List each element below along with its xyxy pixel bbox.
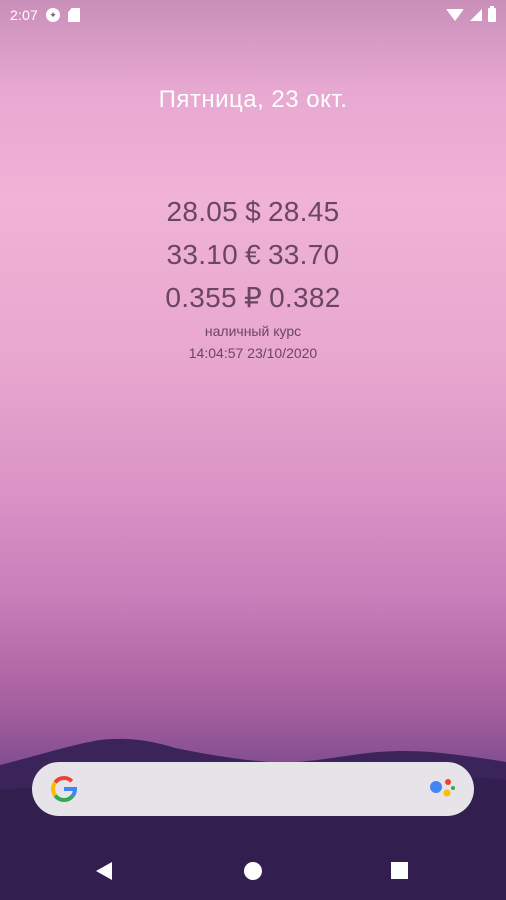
back-icon[interactable] <box>96 862 112 880</box>
rub-sell-rate: 0.382 <box>269 282 341 313</box>
home-icon[interactable] <box>244 862 262 880</box>
rate-updated-timestamp: 14:04:57 23/10/2020 <box>188 345 318 361</box>
google-assistant-icon[interactable] <box>428 776 456 802</box>
sd-card-icon <box>68 8 81 22</box>
eur-buy-rate: 33.10 <box>166 239 239 270</box>
cell-signal-icon <box>470 9 482 21</box>
app-notification-icon: ✦ <box>46 8 61 22</box>
google-search-bar[interactable] <box>32 762 474 816</box>
rub-buy-rate: 0.355 <box>165 282 237 313</box>
rate-type-label: наличный курс <box>204 323 302 339</box>
usd-symbol: $ <box>245 196 261 227</box>
eur-symbol: € <box>245 239 261 270</box>
navigation-bar <box>0 840 506 900</box>
status-time: 2:07 <box>10 7 39 23</box>
currency-rates-widget[interactable]: 28.05 $28.45 33.10 €33.70 0.355 ₽0.382 нали… <box>0 190 506 361</box>
eur-sell-rate: 33.70 <box>267 239 340 270</box>
status-left: 2:07 ✦ <box>10 7 81 23</box>
usd-buy-rate: 28.05 <box>166 196 239 227</box>
recents-icon[interactable] <box>391 862 408 879</box>
status-right <box>446 6 496 22</box>
battery-icon <box>488 6 496 22</box>
wifi-icon <box>446 9 464 21</box>
usd-sell-rate: 28.45 <box>267 196 340 227</box>
rate-row-usd: 28.05 $28.45 <box>0 190 506 233</box>
status-bar: 2:07 ✦ <box>0 0 506 32</box>
google-g-icon[interactable] <box>48 773 80 805</box>
rate-row-rub: 0.355 ₽0.382 <box>0 276 506 319</box>
rate-row-eur: 33.10 €33.70 <box>0 233 506 276</box>
rub-symbol: ₽ <box>243 282 263 313</box>
date-widget[interactable]: Пятница, 23 окт. <box>0 86 506 114</box>
